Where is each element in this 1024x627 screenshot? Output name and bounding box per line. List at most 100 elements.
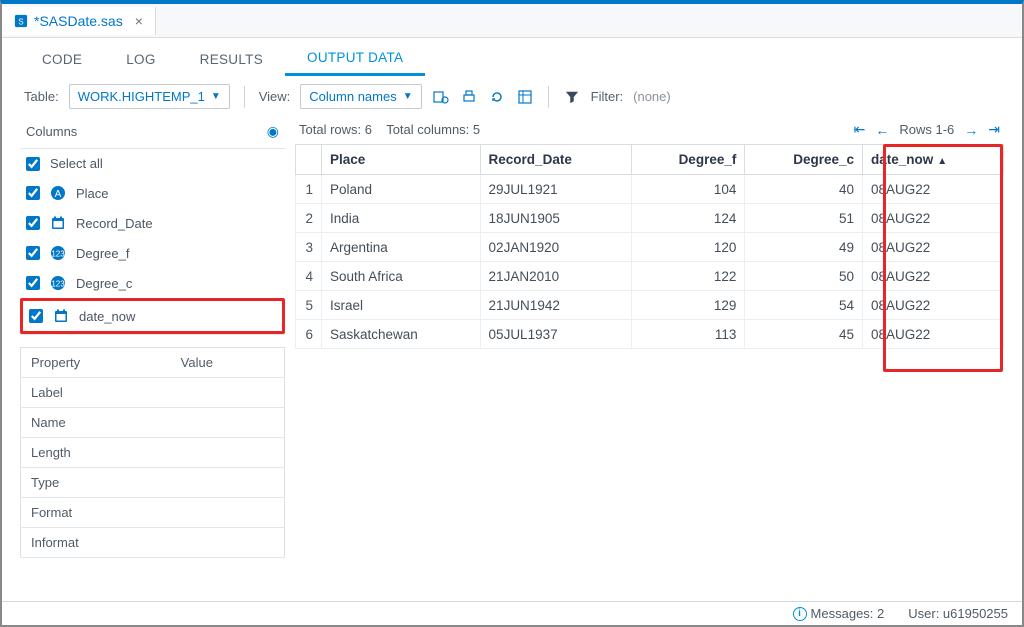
status-bar: i Messages: 2 User: u61950255 bbox=[2, 601, 1022, 625]
property-row: Informat bbox=[21, 528, 285, 558]
sort-asc-icon: ▲ bbox=[937, 156, 947, 167]
tab-output-data[interactable]: OUTPUT DATA bbox=[285, 40, 425, 76]
cell-degree-c: 50 bbox=[745, 262, 863, 291]
prop-header-value: Value bbox=[171, 348, 285, 378]
column-checkbox[interactable] bbox=[26, 246, 40, 260]
cell-record-date: 18JUN1905 bbox=[480, 204, 632, 233]
cell-place: Argentina bbox=[322, 233, 481, 262]
table-select[interactable]: WORK.HIGHTEMP_1 ▼ bbox=[69, 84, 230, 109]
column-checkbox[interactable] bbox=[26, 216, 40, 230]
property-row: Name bbox=[21, 408, 285, 438]
table-row[interactable]: 4South Africa21JAN20101225008AUG22 bbox=[296, 262, 1004, 291]
property-value bbox=[171, 498, 285, 528]
chevron-down-icon: ▼ bbox=[403, 91, 413, 102]
close-icon[interactable]: × bbox=[129, 13, 143, 29]
row-number: 1 bbox=[296, 175, 322, 204]
cell-degree-c: 54 bbox=[745, 291, 863, 320]
cell-degree-f: 122 bbox=[632, 262, 745, 291]
column-row-date-now[interactable]: date_now bbox=[20, 298, 285, 334]
select-all-checkbox[interactable] bbox=[26, 157, 40, 171]
table-wrap: Place Record_Date Degree_f Degree_c date… bbox=[295, 144, 1004, 349]
property-value bbox=[171, 438, 285, 468]
tab-code[interactable]: CODE bbox=[20, 42, 104, 75]
cell-degree-f: 124 bbox=[632, 204, 745, 233]
date-type-icon bbox=[53, 308, 69, 324]
collapse-icon[interactable]: ◉ bbox=[267, 123, 279, 140]
column-label: Place bbox=[76, 186, 109, 201]
section-tabs: CODE LOG RESULTS OUTPUT DATA bbox=[2, 38, 1022, 78]
column-row-place[interactable]: A Place bbox=[20, 178, 285, 208]
view-label: View: bbox=[259, 89, 291, 104]
refresh-icon[interactable] bbox=[488, 88, 506, 106]
table-row[interactable]: 6Saskatchewan05JUL19371134508AUG22 bbox=[296, 320, 1004, 349]
property-row: Length bbox=[21, 438, 285, 468]
export-icon[interactable] bbox=[516, 88, 534, 106]
content-area: Columns ◉ Select all A Place Record_Date… bbox=[2, 119, 1022, 558]
property-value bbox=[171, 468, 285, 498]
file-tab[interactable]: S *SASDate.sas × bbox=[2, 7, 156, 35]
cell-date-now: 08AUG22 bbox=[863, 175, 1004, 204]
svg-text:S: S bbox=[18, 17, 23, 26]
view-select[interactable]: Column names ▼ bbox=[300, 84, 421, 109]
tab-log[interactable]: LOG bbox=[104, 42, 177, 75]
numeric-type-icon: 123 bbox=[50, 245, 66, 261]
header-record-date[interactable]: Record_Date bbox=[480, 145, 632, 175]
property-row: Label bbox=[21, 378, 285, 408]
tab-results[interactable]: RESULTS bbox=[178, 42, 285, 75]
numeric-type-icon: 123 bbox=[50, 275, 66, 291]
column-row-record-date[interactable]: Record_Date bbox=[20, 208, 285, 238]
column-row-degree-c[interactable]: 123 Degree_c bbox=[20, 268, 285, 298]
user-label: User: u61950255 bbox=[908, 606, 1008, 621]
column-checkbox[interactable] bbox=[26, 186, 40, 200]
cell-degree-f: 129 bbox=[632, 291, 745, 320]
header-degree-f[interactable]: Degree_f bbox=[632, 145, 745, 175]
table-row[interactable]: 2India18JUN19051245108AUG22 bbox=[296, 204, 1004, 233]
date-type-icon bbox=[50, 215, 66, 231]
column-label: Record_Date bbox=[76, 216, 153, 231]
messages-label: Messages: 2 bbox=[811, 606, 885, 621]
select-all-label: Select all bbox=[50, 156, 103, 171]
columns-header: Columns ◉ bbox=[20, 119, 285, 149]
column-label: Degree_c bbox=[76, 276, 132, 291]
cell-date-now: 08AUG22 bbox=[863, 204, 1004, 233]
row-number: 4 bbox=[296, 262, 322, 291]
property-name: Label bbox=[21, 378, 171, 408]
cell-degree-c: 40 bbox=[745, 175, 863, 204]
property-value bbox=[171, 408, 285, 438]
total-cols-label: Total columns: 5 bbox=[386, 122, 480, 137]
info-icon: i bbox=[793, 607, 807, 621]
table-select-value: WORK.HIGHTEMP_1 bbox=[78, 89, 205, 104]
cell-degree-c: 49 bbox=[745, 233, 863, 262]
pager: ⇤ ← Rows 1-6 → ⇥ bbox=[854, 121, 1000, 138]
print-icon[interactable] bbox=[460, 88, 478, 106]
messages-indicator[interactable]: i Messages: 2 bbox=[793, 606, 885, 621]
table-row[interactable]: 3Argentina02JAN19201204908AUG22 bbox=[296, 233, 1004, 262]
header-place[interactable]: Place bbox=[322, 145, 481, 175]
first-page-icon[interactable]: ⇤ bbox=[854, 121, 866, 138]
table-label: Table: bbox=[24, 89, 59, 104]
select-all-row[interactable]: Select all bbox=[20, 149, 285, 178]
header-degree-c[interactable]: Degree_c bbox=[745, 145, 863, 175]
table-properties-icon[interactable] bbox=[432, 88, 450, 106]
row-number: 5 bbox=[296, 291, 322, 320]
property-name: Type bbox=[21, 468, 171, 498]
last-page-icon[interactable]: ⇥ bbox=[988, 121, 1000, 138]
header-date-now-label: date_now bbox=[871, 152, 933, 167]
cell-degree-c: 45 bbox=[745, 320, 863, 349]
file-tab-label: *SASDate.sas bbox=[34, 13, 123, 29]
column-checkbox[interactable] bbox=[29, 309, 43, 323]
column-row-degree-f[interactable]: 123 Degree_f bbox=[20, 238, 285, 268]
column-checkbox[interactable] bbox=[26, 276, 40, 290]
cell-place: India bbox=[322, 204, 481, 233]
data-area: Total rows: 6 Total columns: 5 ⇤ ← Rows … bbox=[295, 119, 1004, 558]
char-type-icon: A bbox=[50, 185, 66, 201]
header-date-now[interactable]: date_now ▲ bbox=[863, 145, 1004, 175]
divider bbox=[548, 86, 549, 108]
prev-page-icon[interactable]: ← bbox=[875, 122, 889, 138]
cell-place: Poland bbox=[322, 175, 481, 204]
next-page-icon[interactable]: → bbox=[964, 122, 978, 138]
table-row[interactable]: 5Israel21JUN19421295408AUG22 bbox=[296, 291, 1004, 320]
filter-icon[interactable] bbox=[563, 88, 581, 106]
data-table: Place Record_Date Degree_f Degree_c date… bbox=[295, 144, 1004, 349]
table-row[interactable]: 1Poland29JUL19211044008AUG22 bbox=[296, 175, 1004, 204]
